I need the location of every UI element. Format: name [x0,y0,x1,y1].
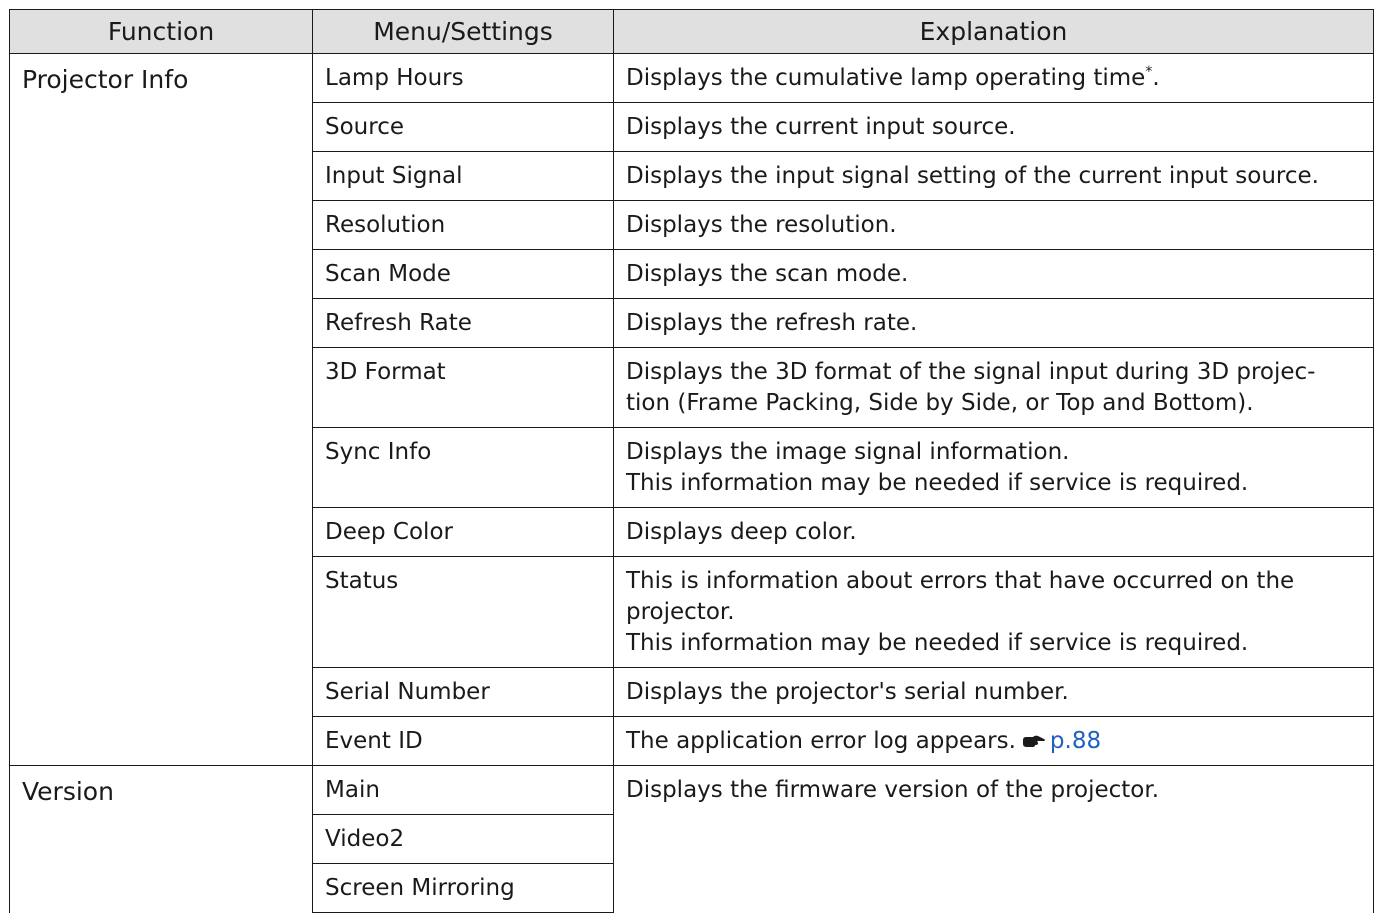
setting-resolution: Resolution [312,200,614,250]
explanation-source: Displays the current input source. [613,102,1374,152]
explanation-scan-mode: Displays the scan mode. [613,249,1374,299]
explanation-serial-number: Displays the projector's serial number. [613,667,1374,717]
explanation-event-id: The application error log appears. p.88 [613,716,1374,766]
setting-lamp-hours: Lamp Hours [312,53,614,103]
explanation-3d-format: Displays the 3D format of the signal inp… [613,347,1374,428]
setting-main: Main [312,765,614,815]
explanation-deep-color: Displays deep color. [613,507,1374,557]
setting-status: Status [312,556,614,668]
setting-source: Source [312,102,614,152]
explanation-input-signal: Displays the input signal setting of the… [613,151,1374,201]
explanation-line: projector. [626,599,735,625]
setting-3d-format: 3D Format [312,347,614,428]
setting-event-id: Event ID [312,716,614,766]
page-reference-link[interactable]: p.88 [1050,728,1101,754]
explanation-text: Displays the cumulative lamp operating t… [626,65,1146,91]
explanation-version: Displays the firmware version of the pro… [613,765,1374,913]
header-row: Function Menu/Settings Explanation [9,9,1374,54]
setting-scan-mode: Scan Mode [312,249,614,299]
explanation-line: This information may be needed if servic… [626,470,1249,496]
header-function: Function [9,9,313,54]
explanation-line: This is information about errors that ha… [626,568,1295,594]
pointing-hand-icon [1022,728,1046,747]
explanation-status: This is information about errors that ha… [613,556,1374,668]
explanation-lamp-hours: Displays the cumulative lamp operating t… [613,53,1374,103]
explanation-text: The application error log appears. [626,728,1016,754]
table-row: Projector Info Lamp Hours Displays the c… [9,53,1374,766]
header-explanation: Explanation [613,9,1374,54]
explanation-suffix: . [1152,65,1160,91]
explanation-line: This information may be needed if servic… [626,630,1249,656]
header-menu-settings: Menu/Settings [312,9,614,54]
setting-refresh-rate: Refresh Rate [312,298,614,348]
table-row: Version Main Displays the firmware versi… [9,765,1374,913]
function-projector-info: Projector Info [9,53,313,766]
explanation-line: tion (Frame Packing, Side by Side, or To… [626,390,1254,416]
setting-serial-number: Serial Number [312,667,614,717]
explanation-sync-info: Displays the image signal information. T… [613,427,1374,508]
setting-deep-color: Deep Color [312,507,614,557]
function-version: Version [9,765,313,913]
explanation-refresh-rate: Displays the refresh rate. [613,298,1374,348]
setting-input-signal: Input Signal [312,151,614,201]
setting-video2: Video2 [312,814,614,864]
explanation-line: Displays the 3D format of the signal inp… [626,359,1316,385]
setting-screen-mirroring: Screen Mirroring [312,863,614,913]
setting-sync-info: Sync Info [312,427,614,508]
explanation-resolution: Displays the resolution. [613,200,1374,250]
explanation-line: Displays the image signal information. [626,439,1070,465]
function-settings-table: Function Menu/Settings Explanation Proje… [9,9,1374,913]
